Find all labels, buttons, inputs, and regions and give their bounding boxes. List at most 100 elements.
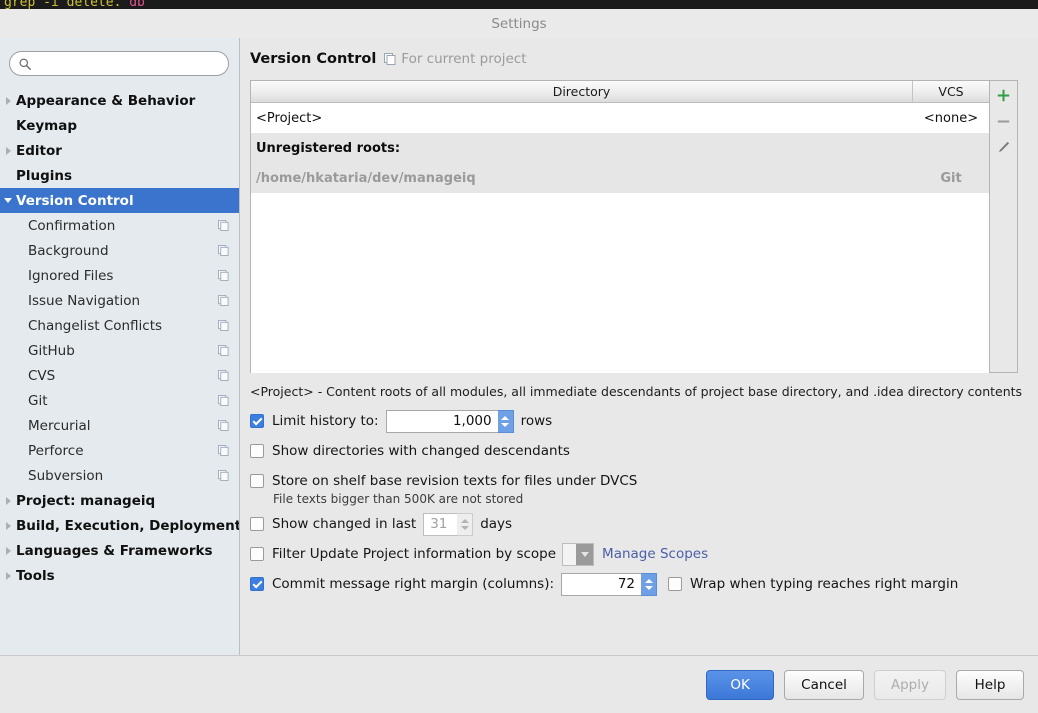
sidebar-item-subversion[interactable]: Subversion bbox=[0, 463, 239, 488]
sidebar-item-label: GitHub bbox=[28, 342, 75, 359]
sidebar-item-label: Keymap bbox=[16, 117, 78, 134]
ok-button[interactable]: OK bbox=[706, 669, 775, 700]
table-row[interactable]: Unregistered roots: bbox=[251, 133, 989, 163]
configurable-copy-icon bbox=[218, 220, 229, 231]
sidebar-item-appearance-behavior[interactable]: Appearance & Behavior bbox=[0, 88, 239, 113]
help-button[interactable]: Help bbox=[956, 669, 1024, 700]
sidebar-item-label: Changelist Conflicts bbox=[28, 317, 163, 334]
option-filter-by-scope: Filter Update Project information by sco… bbox=[250, 539, 1028, 569]
project-scope-icon bbox=[384, 53, 396, 65]
sidebar-item-label: Perforce bbox=[28, 442, 84, 459]
search-box[interactable] bbox=[9, 51, 229, 76]
search-input[interactable] bbox=[36, 55, 220, 72]
table-row[interactable]: <Project> <none> bbox=[251, 103, 989, 133]
commit-right-margin-spinner[interactable]: 72 bbox=[561, 572, 658, 596]
terminal-text-b: db bbox=[129, 0, 145, 9]
show-changed-last-label: Show changed in last bbox=[272, 516, 417, 532]
sidebar-item-build-execution-deployment[interactable]: Build, Execution, Deployment bbox=[0, 513, 239, 538]
sidebar-item-cvs[interactable]: CVS bbox=[0, 363, 239, 388]
cell-directory: <Project> bbox=[256, 110, 323, 126]
sidebar-item-label: Ignored Files bbox=[28, 267, 114, 284]
sidebar-item-tools[interactable]: Tools bbox=[0, 563, 239, 588]
chevron-right-icon bbox=[0, 546, 16, 555]
option-commit-right-margin: Commit message right margin (columns): 7… bbox=[250, 569, 1028, 599]
dialog-titlebar: Settings bbox=[0, 9, 1038, 38]
spinner-up-icon[interactable] bbox=[644, 578, 653, 583]
configurable-copy-icon bbox=[218, 370, 229, 381]
add-mapping-button[interactable] bbox=[992, 83, 1016, 107]
show-changed-last-value[interactable]: 31 bbox=[423, 512, 458, 536]
spinner-down-icon[interactable] bbox=[460, 525, 469, 530]
show-changed-last-spinner[interactable]: 31 bbox=[423, 512, 474, 536]
show-dirs-changed-label: Show directories with changed descendant… bbox=[272, 443, 570, 459]
sidebar-item-label: Issue Navigation bbox=[28, 292, 141, 309]
sidebar-item-perforce[interactable]: Perforce bbox=[0, 438, 239, 463]
cell-vcs: <none> bbox=[923, 110, 979, 126]
sidebar-item-changelist-conflicts[interactable]: Changelist Conflicts bbox=[0, 313, 239, 338]
sidebar-item-version-control[interactable]: Version Control bbox=[0, 188, 239, 213]
table-toolbar bbox=[990, 80, 1018, 373]
chevron-down-icon[interactable] bbox=[576, 543, 594, 565]
vcs-mappings-table: Directory VCS <Project> <none> Unregistere… bbox=[250, 80, 990, 373]
chevron-right-icon bbox=[0, 521, 16, 530]
chevron-right-icon bbox=[0, 571, 16, 580]
table-empty-area[interactable] bbox=[251, 193, 989, 373]
sidebar-item-label: Version Control bbox=[16, 192, 134, 209]
cell-vcs: Git bbox=[940, 170, 962, 186]
limit-history-spinner-buttons[interactable] bbox=[497, 409, 514, 433]
store-on-shelf-checkbox[interactable] bbox=[250, 474, 264, 488]
table-row[interactable]: /home/hkataria/dev/manageiq Git bbox=[251, 163, 989, 193]
limit-history-value[interactable]: 1,000 bbox=[385, 409, 498, 433]
spinner-down-icon[interactable] bbox=[501, 422, 510, 427]
store-on-shelf-note: File texts bigger than 500K are not stor… bbox=[273, 492, 524, 506]
sidebar-item-ignored-files[interactable]: Ignored Files bbox=[0, 263, 239, 288]
edit-mapping-button[interactable] bbox=[992, 135, 1016, 159]
sidebar-item-background[interactable]: Background bbox=[0, 238, 239, 263]
commit-right-margin-spinner-buttons[interactable] bbox=[641, 572, 658, 596]
minus-icon bbox=[997, 120, 1010, 122]
show-changed-last-spinner-buttons[interactable] bbox=[457, 512, 474, 536]
limit-history-checkbox[interactable] bbox=[250, 414, 264, 428]
terminal-text-a: grep -i delete. bbox=[4, 0, 122, 9]
wrap-typing-checkbox[interactable] bbox=[668, 577, 683, 591]
show-dirs-changed-checkbox[interactable] bbox=[250, 444, 264, 458]
scope-select-value bbox=[563, 544, 576, 565]
remove-mapping-button[interactable] bbox=[992, 109, 1016, 133]
column-header-directory[interactable]: Directory bbox=[251, 81, 913, 102]
cancel-button[interactable]: Cancel bbox=[784, 669, 864, 700]
vcs-options: Limit history to: 1,000 rows Show direct… bbox=[250, 406, 1028, 599]
spinner-up-icon[interactable] bbox=[460, 518, 469, 523]
sidebar-item-editor[interactable]: Editor bbox=[0, 138, 239, 163]
limit-history-suffix: rows bbox=[520, 413, 553, 429]
sidebar-item-git[interactable]: Git bbox=[0, 388, 239, 413]
spinner-up-icon[interactable] bbox=[501, 415, 510, 420]
table-body: <Project> <none> Unregistered roots: /home/… bbox=[251, 103, 989, 373]
scope-indicator: For current project bbox=[384, 51, 527, 67]
option-show-dirs-changed: Show directories with changed descendant… bbox=[250, 436, 1028, 466]
dialog-footer: OK Cancel Apply Help bbox=[0, 655, 1038, 713]
panel-header: Version Control For current project bbox=[250, 38, 1028, 80]
scope-select[interactable] bbox=[562, 542, 595, 566]
configurable-copy-icon bbox=[218, 345, 229, 356]
commit-right-margin-value[interactable]: 72 bbox=[561, 572, 642, 596]
filter-by-scope-checkbox[interactable] bbox=[250, 547, 264, 561]
sidebar-item-issue-navigation[interactable]: Issue Navigation bbox=[0, 288, 239, 313]
commit-right-margin-label: Commit message right margin (columns): bbox=[272, 576, 555, 592]
sidebar-item-keymap[interactable]: Keymap bbox=[0, 113, 239, 138]
sidebar-item-github[interactable]: GitHub bbox=[0, 338, 239, 363]
spinner-down-icon[interactable] bbox=[644, 585, 653, 590]
sidebar-item-label: Editor bbox=[16, 142, 62, 159]
commit-right-margin-checkbox[interactable] bbox=[250, 577, 264, 591]
sidebar-item-confirmation[interactable]: Confirmation bbox=[0, 213, 239, 238]
show-changed-last-checkbox[interactable] bbox=[250, 517, 264, 531]
limit-history-spinner[interactable]: 1,000 bbox=[385, 409, 514, 433]
column-header-vcs[interactable]: VCS bbox=[913, 81, 989, 102]
sidebar-item-mercurial[interactable]: Mercurial bbox=[0, 413, 239, 438]
sidebar-item-project-manageiq[interactable]: Project: manageiq bbox=[0, 488, 239, 513]
background-terminal-strip: grep -i delete. db bbox=[0, 0, 1038, 9]
chevron-right-icon bbox=[0, 496, 16, 505]
sidebar-item-languages-frameworks[interactable]: Languages & Frameworks bbox=[0, 538, 239, 563]
sidebar-item-plugins[interactable]: Plugins bbox=[0, 163, 239, 188]
manage-scopes-link[interactable]: Manage Scopes bbox=[602, 546, 708, 562]
wrap-typing-label: Wrap when typing reaches right margin bbox=[690, 576, 959, 592]
